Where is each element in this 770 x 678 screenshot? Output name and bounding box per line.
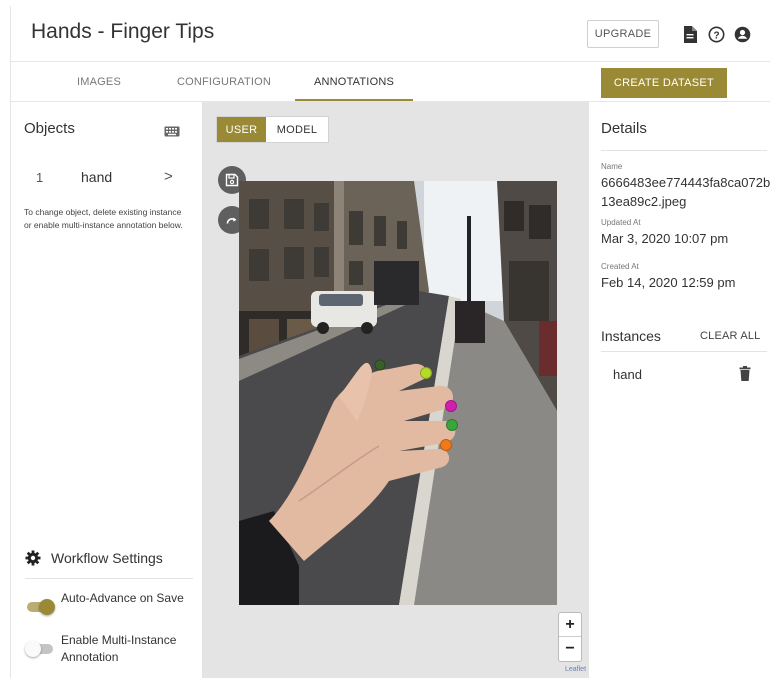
keypoint-marker (374, 359, 386, 371)
tab-images[interactable]: IMAGES (49, 62, 149, 102)
workflow-settings-title: Workflow Settings (51, 550, 163, 566)
name-value: 6666483ee774443fa8ca072b13ea89c2.jpeg (601, 175, 770, 209)
zoom-in-button[interactable]: + (559, 613, 581, 637)
annotated-image[interactable] (239, 181, 557, 605)
objects-title: Objects (24, 120, 75, 137)
multi-instance-toggle[interactable] (25, 641, 55, 657)
tab-annotations[interactable]: ANNOTATIONS (295, 62, 413, 102)
object-item-hand[interactable]: 1 hand > (11, 158, 203, 198)
save-icon (225, 173, 239, 187)
page-title: Hands - Finger Tips (31, 20, 215, 43)
auto-advance-toggle[interactable] (27, 599, 55, 615)
keyboard-icon[interactable] (164, 124, 180, 142)
keypoint-marker (446, 419, 458, 431)
keypoint-marker (440, 439, 452, 451)
keypoint-marker (420, 367, 432, 379)
divider (601, 351, 767, 352)
multi-instance-label: Enable Multi-Instance Annotation (61, 633, 177, 664)
instance-item-label[interactable]: hand (613, 367, 642, 382)
active-tab-indicator (295, 99, 413, 101)
help-icon[interactable]: ? (706, 24, 726, 44)
details-panel: Details Name 6666483ee774443fa8ca072b13e… (589, 102, 770, 678)
app-window: Hands - Finger Tips UPGRADE ? IMAGES CON… (10, 6, 770, 678)
zoom-out-button[interactable]: − (559, 637, 581, 661)
chevron-right-icon: > (164, 168, 173, 185)
document-icon[interactable] (680, 24, 700, 44)
created-label: Created At (601, 262, 639, 271)
name-label: Name (601, 162, 623, 171)
mode-toggle: USER MODEL (216, 116, 329, 143)
created-value: Feb 14, 2020 12:59 pm (601, 275, 736, 290)
trash-icon[interactable] (739, 366, 751, 386)
divider (601, 150, 767, 151)
account-icon[interactable] (732, 24, 752, 44)
divider (25, 578, 193, 579)
header: Hands - Finger Tips UPGRADE ? (11, 6, 770, 62)
auto-advance-label: Auto-Advance on Save (61, 591, 184, 605)
zoom-control: + − (558, 612, 582, 662)
create-dataset-button[interactable]: CREATE DATASET (601, 68, 727, 98)
clear-all-button[interactable]: CLEAR ALL (700, 330, 761, 342)
model-mode-button[interactable]: MODEL (266, 117, 328, 142)
svg-text:?: ? (713, 30, 719, 41)
instances-title: Instances (601, 328, 661, 344)
user-mode-button[interactable]: USER (217, 117, 266, 142)
object-help-text: To change object, delete existing instan… (24, 207, 183, 230)
object-number: 1 (36, 170, 44, 185)
keypoint-marker (445, 400, 457, 412)
gear-icon (25, 550, 41, 571)
leaflet-attribution-link[interactable]: Leaflet (565, 666, 586, 673)
upgrade-button[interactable]: UPGRADE (587, 20, 659, 48)
details-title: Details (601, 120, 647, 137)
updated-label: Updated At (601, 218, 641, 227)
objects-panel: Objects 1 hand > To change object, delet… (11, 102, 203, 678)
object-label: hand (81, 169, 113, 185)
redo-icon (226, 217, 237, 224)
annotation-canvas: USER MODEL + − Leaflet (203, 102, 589, 678)
tab-configuration[interactable]: CONFIGURATION (169, 62, 279, 102)
updated-value: Mar 3, 2020 10:07 pm (601, 231, 729, 246)
